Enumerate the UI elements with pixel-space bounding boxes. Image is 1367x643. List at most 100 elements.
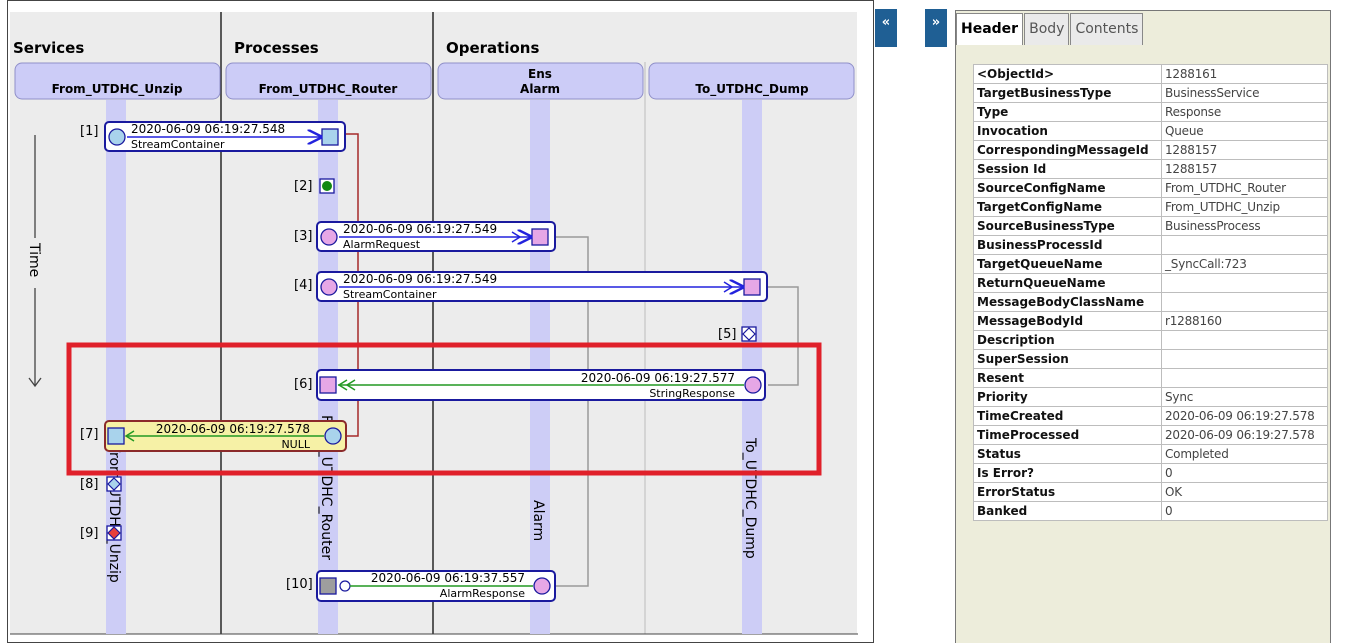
msg-index-1: [1]	[80, 124, 98, 139]
property-key: Is Error?	[973, 463, 1162, 483]
message-target-icon	[743, 278, 761, 296]
property-key: BusinessProcessId	[973, 235, 1162, 255]
property-row: Type Response	[973, 102, 1328, 122]
msg-timestamp-10: 2020-06-09 06:19:37.557	[371, 571, 525, 585]
property-key: SourceConfigName	[973, 178, 1162, 198]
msg-timestamp-1: 2020-06-09 06:19:27.548	[131, 122, 285, 136]
property-row: MessageBodyClassName	[973, 292, 1328, 312]
property-row: TargetQueueName _SyncCall:723	[973, 254, 1328, 274]
property-value: OK	[1161, 482, 1328, 502]
lane-vertical-dump: To_UTDHC_Dump	[742, 437, 758, 559]
property-value: BusinessProcess	[1161, 216, 1328, 236]
small-circle-icon	[339, 580, 351, 592]
property-row: Priority Sync	[973, 387, 1328, 407]
message-source-icon	[744, 376, 762, 394]
msg-name-6: StringResponse	[649, 387, 735, 400]
property-row: Is Error? 0	[973, 463, 1328, 483]
collapse-right-button[interactable]: »	[925, 9, 947, 47]
lane-title-router: From_UTDHC_Router	[259, 82, 398, 97]
lane-title-dump: To_UTDHC_Dump	[695, 82, 809, 97]
lane-title-alarm-line2: Alarm	[520, 82, 560, 96]
lifeline-alarm	[530, 100, 550, 634]
property-row: Session Id 1288157	[973, 159, 1328, 179]
property-row: SourceConfigName From_UTDHC_Router	[973, 178, 1328, 198]
property-value	[1161, 368, 1328, 388]
property-key: Resent	[973, 368, 1162, 388]
property-value	[1161, 273, 1328, 293]
property-row: <ObjectId> 1288161	[973, 64, 1328, 84]
details-panel: Header Body Contents <ObjectId> 1288161 Ta…	[955, 10, 1331, 643]
property-key: CorrespondingMessageId	[973, 140, 1162, 160]
message-source-icon	[320, 278, 338, 296]
property-value: Completed	[1161, 444, 1328, 464]
property-key: Priority	[973, 387, 1162, 407]
msg-timestamp-4: 2020-06-09 06:19:27.549	[343, 272, 497, 286]
property-row: SourceBusinessType BusinessProcess	[973, 216, 1328, 236]
property-key: ErrorStatus	[973, 482, 1162, 502]
property-key: TargetBusinessType	[973, 83, 1162, 103]
tab-contents[interactable]: Contents	[1070, 13, 1144, 45]
time-axis-label: Time	[26, 242, 42, 277]
msg-index-8: [8]	[80, 477, 98, 492]
property-value: 2020-06-09 06:19:27.578	[1161, 406, 1328, 426]
msg-index-3: [3]	[294, 229, 312, 244]
tab-body[interactable]: Body	[1024, 13, 1070, 45]
property-value: From_UTDHC_Unzip	[1161, 197, 1328, 217]
property-value: Sync	[1161, 387, 1328, 407]
tab-header[interactable]: Header	[956, 13, 1024, 45]
property-row: Banked 0	[973, 501, 1328, 521]
property-key: Session Id	[973, 159, 1162, 179]
services-header: Services	[13, 39, 84, 57]
properties-table: <ObjectId> 1288161 TargetBusinessType Busin…	[973, 64, 1328, 521]
collapse-left-button[interactable]: «	[875, 9, 897, 47]
msg-index-4: [4]	[294, 278, 312, 293]
property-key: TimeCreated	[973, 406, 1162, 426]
property-key: SuperSession	[973, 349, 1162, 369]
message-target-icon	[319, 376, 337, 394]
message-target-icon	[531, 228, 549, 246]
property-value: BusinessService	[1161, 83, 1328, 103]
property-row: TargetConfigName From_UTDHC_Unzip	[973, 197, 1328, 217]
lane-title-alarm-line1: Ens	[528, 67, 552, 81]
property-row: Description	[973, 330, 1328, 350]
msg-name-1: StreamContainer	[131, 138, 225, 151]
property-value	[1161, 292, 1328, 312]
property-row: Resent	[973, 368, 1328, 388]
msg-timestamp-6: 2020-06-09 06:19:27.577	[581, 371, 735, 385]
message-source-icon	[108, 128, 126, 146]
property-key: Status	[973, 444, 1162, 464]
property-row: MessageBodyId r1288160	[973, 311, 1328, 331]
property-key: TargetConfigName	[973, 197, 1162, 217]
property-value: 2020-06-09 06:19:27.578	[1161, 425, 1328, 445]
message-target-icon	[107, 427, 125, 445]
msg-timestamp-3: 2020-06-09 06:19:27.549	[343, 222, 497, 236]
property-key: <ObjectId>	[973, 64, 1162, 84]
property-key: Type	[973, 102, 1162, 122]
property-value: Response	[1161, 102, 1328, 122]
msg-name-4: StreamContainer	[343, 288, 437, 301]
property-row: TimeCreated 2020-06-09 06:19:27.578	[973, 406, 1328, 426]
property-value: r1288160	[1161, 311, 1328, 331]
msg-index-5: [5]	[718, 327, 736, 342]
property-value: _SyncCall:723	[1161, 254, 1328, 274]
property-key: TimeProcessed	[973, 425, 1162, 445]
processes-header: Processes	[234, 39, 319, 57]
message-source-icon	[533, 577, 551, 595]
property-row: ReturnQueueName	[973, 273, 1328, 293]
lane-title-unzip: From_UTDHC_Unzip	[52, 82, 183, 97]
property-row: ErrorStatus OK	[973, 482, 1328, 502]
details-tabs: Header Body Contents	[956, 13, 1144, 45]
property-value: 1288161	[1161, 64, 1328, 84]
property-row: TargetBusinessType BusinessService	[973, 83, 1328, 103]
property-row: Invocation Queue	[973, 121, 1328, 141]
msg-index-7: [7]	[80, 427, 98, 442]
property-key: Banked	[973, 501, 1162, 521]
property-row: TimeProcessed 2020-06-09 06:19:27.578	[973, 425, 1328, 445]
property-value	[1161, 235, 1328, 255]
property-value: 1288157	[1161, 140, 1328, 160]
property-value: 1288157	[1161, 159, 1328, 179]
status-ok-icon	[322, 181, 332, 191]
msg-index-9: [9]	[80, 526, 98, 541]
property-value: Queue	[1161, 121, 1328, 141]
msg-index-10: [10]	[286, 577, 313, 592]
